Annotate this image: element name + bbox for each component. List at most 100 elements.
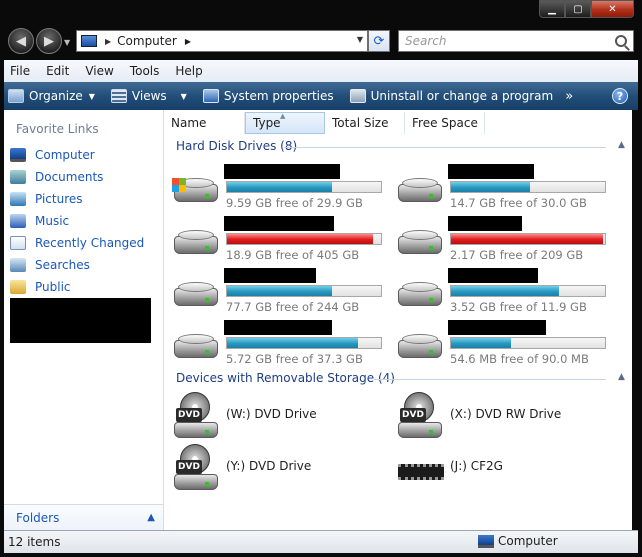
column-header-free-space[interactable]: Free Space (405, 112, 485, 134)
chevron-up-icon[interactable]: ▲ (618, 372, 625, 382)
device-cf2g-j[interactable]: (J:) CF2G (396, 444, 616, 492)
music-icon (10, 214, 26, 228)
group-header-removable-storage[interactable]: Devices with Removable Storage (4) (176, 370, 395, 386)
hard-disk-drive-tile[interactable]: 5.72 GB free of 37.3 GB (172, 320, 392, 366)
redacted-drive-name (224, 268, 316, 283)
drive-free-space: 5.72 GB free of 37.3 GB (226, 352, 363, 366)
hard-drive-icon (396, 282, 444, 308)
help-icon[interactable]: ? (612, 88, 628, 104)
favorite-link-recently-changed[interactable]: Recently Changed (10, 232, 144, 254)
drive-usage-fill (227, 234, 374, 244)
device-dvd-rw-drive-x[interactable]: DVD (X:) DVD RW Drive (396, 392, 616, 440)
uninstall-program-button[interactable]: Uninstall or change a program (349, 89, 553, 103)
organize-icon (8, 89, 24, 103)
system-properties-label: System properties (223, 89, 334, 103)
hard-drive-icon (396, 230, 444, 256)
uninstall-icon (349, 89, 366, 103)
favorite-link-pictures[interactable]: Pictures (10, 188, 144, 210)
forward-arrow-icon[interactable]: ▶ (36, 28, 62, 54)
command-bar: Organize ▼ Views ▼ System properties Uni… (4, 82, 638, 110)
public-folder-icon (10, 280, 26, 294)
address-row: ◀ ▶ ▼ ▶ Computer ▶ ▼ ⟳ Search (0, 24, 642, 58)
device-dvd-drive-y[interactable]: DVD (Y:) DVD Drive (172, 444, 392, 492)
status-location: Computer (478, 534, 558, 548)
search-icon[interactable] (615, 35, 627, 47)
organize-label: Organize (29, 89, 83, 103)
drive-usage-fill (227, 286, 332, 296)
drive-usage-bar (450, 285, 606, 297)
explorer-window: ▁ ▢ ✕ ◀ ▶ ▼ ▶ Computer ▶ ▼ ⟳ Search File… (0, 0, 642, 557)
search-input[interactable]: Search (398, 30, 634, 52)
chevron-up-icon[interactable]: ▲ (618, 140, 625, 150)
address-dropdown-icon[interactable]: ▼ (357, 35, 363, 44)
favorite-link-computer[interactable]: Computer (10, 144, 144, 166)
device-dvd-drive-w[interactable]: DVD (W:) DVD Drive (172, 392, 392, 440)
breadcrumb-computer[interactable]: Computer (117, 34, 177, 48)
maximize-icon[interactable]: ▢ (565, 0, 591, 18)
system-properties-button[interactable]: System properties (202, 89, 334, 103)
favorite-link-music[interactable]: Music (10, 210, 144, 232)
redacted-drive-name (448, 164, 534, 179)
computer-icon (478, 534, 494, 548)
menu-file[interactable]: File (10, 64, 30, 78)
address-bar[interactable]: ▶ Computer ▶ ▼ (76, 30, 368, 52)
documents-icon (10, 170, 26, 184)
hard-disk-drive-tile[interactable]: 2.17 GB free of 209 GB (396, 216, 616, 262)
searches-icon (10, 258, 26, 272)
favorite-link-label: Music (35, 214, 70, 228)
recent-pages-dropdown-icon[interactable]: ▼ (64, 38, 70, 47)
favorite-link-label: Searches (35, 258, 90, 272)
menu-tools[interactable]: Tools (130, 64, 160, 78)
hard-disk-drive-tile[interactable]: 77.7 GB free of 244 GB (172, 268, 392, 314)
organize-button[interactable]: Organize ▼ (8, 89, 95, 103)
favorite-link-searches[interactable]: Searches (10, 254, 144, 276)
drive-usage-fill (227, 338, 358, 348)
menu-edit[interactable]: Edit (46, 64, 69, 78)
sort-ascending-icon: ▲ (280, 112, 286, 120)
chevron-down-icon[interactable]: ▼ (181, 92, 187, 101)
column-header-total-size[interactable]: Total Size (325, 112, 405, 134)
computer-icon (81, 35, 97, 47)
drive-usage-bar (226, 181, 382, 193)
hard-drive-icon (172, 282, 220, 308)
device-label: (Y:) DVD Drive (226, 459, 312, 473)
drive-usage-bar (226, 285, 382, 297)
favorite-link-public[interactable]: Public (10, 276, 144, 298)
drive-usage-fill (227, 182, 332, 192)
system-properties-icon (202, 89, 219, 103)
more-commands-button[interactable]: » (565, 89, 573, 104)
hard-disk-drive-tile[interactable]: 3.52 GB free of 11.9 GB (396, 268, 616, 314)
hard-disk-drive-tile[interactable]: 54.6 MB free of 90.0 MB (396, 320, 616, 366)
hard-drive-icon (172, 178, 220, 204)
menu-view[interactable]: View (85, 64, 113, 78)
menu-help[interactable]: Help (175, 64, 202, 78)
file-list-pane: Name ▲ Type Total Size Free Space Hard D… (164, 110, 632, 530)
status-bar: 12 items Computer (4, 530, 638, 553)
hard-disk-drive-tile[interactable]: 14.7 GB free of 30.0 GB (396, 164, 616, 210)
back-arrow-icon[interactable]: ◀ (8, 28, 34, 54)
refresh-icon[interactable]: ⟳ (368, 30, 390, 52)
breadcrumb-arrow-icon[interactable]: ▶ (105, 37, 111, 46)
favorite-links-header: Favorite Links (16, 122, 99, 136)
column-header-type[interactable]: ▲ Type (245, 112, 325, 134)
drive-usage-bar (450, 233, 606, 245)
memory-chip-icon (398, 464, 444, 480)
breadcrumb-arrow-icon[interactable]: ▶ (185, 37, 191, 46)
views-button[interactable]: Views ▼ (110, 89, 187, 103)
favorite-link-documents[interactable]: Documents (10, 166, 144, 188)
drive-free-space: 18.9 GB free of 405 GB (226, 248, 360, 262)
hard-disk-drive-tile[interactable]: 9.59 GB free of 29.9 GB (172, 164, 392, 210)
column-header-type-label: Type (253, 116, 281, 130)
folders-toggle[interactable]: Folders ▲ (4, 504, 163, 530)
hard-disk-drive-tile[interactable]: 18.9 GB free of 405 GB (172, 216, 392, 262)
minimize-icon[interactable]: ▁ (539, 0, 565, 18)
column-headers: Name ▲ Type Total Size Free Space (164, 112, 632, 134)
close-icon[interactable]: ✕ (591, 0, 634, 18)
drive-free-space: 14.7 GB free of 30.0 GB (450, 196, 587, 210)
drive-usage-fill (451, 338, 512, 348)
caption-buttons: ▁ ▢ ✕ (539, 0, 634, 18)
drive-free-space: 77.7 GB free of 244 GB (226, 300, 360, 314)
group-header-hard-disk-drives[interactable]: Hard Disk Drives (8) (176, 138, 297, 154)
column-header-name[interactable]: Name (164, 112, 245, 134)
drive-usage-fill (451, 234, 604, 244)
